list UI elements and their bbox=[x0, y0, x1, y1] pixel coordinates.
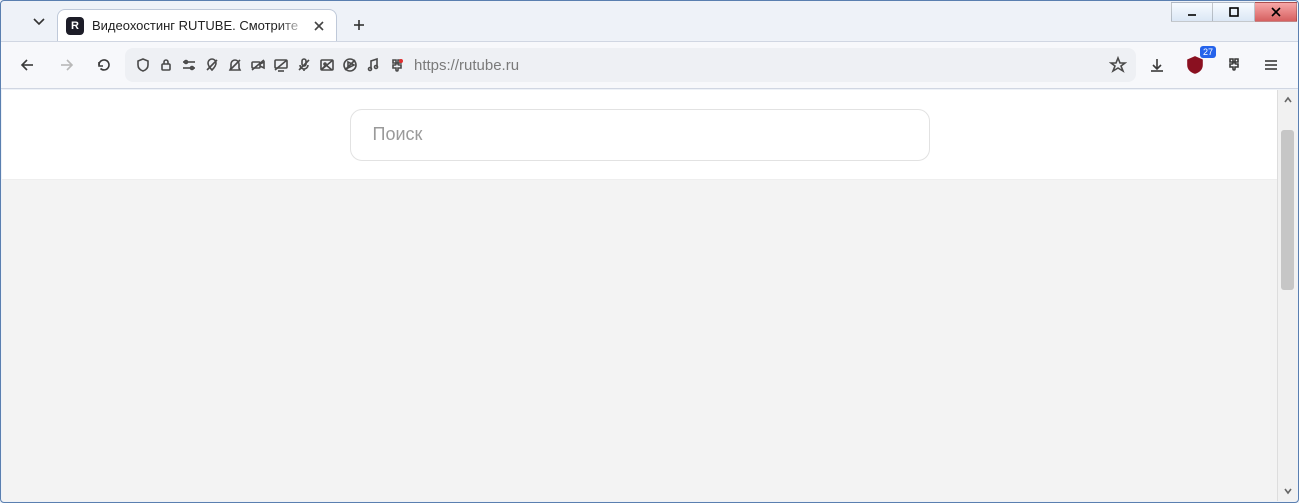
images-blocked-icon[interactable] bbox=[317, 55, 337, 75]
vertical-scrollbar[interactable] bbox=[1277, 90, 1297, 501]
extension-puzzle-icon[interactable] bbox=[386, 55, 406, 75]
new-tab-button[interactable] bbox=[343, 9, 375, 41]
address-bar[interactable]: https://rutube.ru bbox=[125, 48, 1136, 82]
lock-icon[interactable] bbox=[156, 55, 176, 75]
forward-button[interactable] bbox=[49, 48, 83, 82]
page-viewport bbox=[2, 90, 1297, 501]
scroll-up-arrow[interactable] bbox=[1278, 90, 1297, 110]
permissions-icon[interactable] bbox=[179, 55, 199, 75]
url-text[interactable]: https://rutube.ru bbox=[410, 57, 1104, 74]
site-search-input[interactable] bbox=[373, 124, 907, 145]
adblock-extension-button[interactable]: 27 bbox=[1178, 48, 1212, 82]
reload-button[interactable] bbox=[87, 48, 121, 82]
camera-blocked-icon[interactable] bbox=[248, 55, 268, 75]
location-blocked-icon[interactable] bbox=[202, 55, 222, 75]
bookmark-star-icon[interactable] bbox=[1108, 55, 1128, 75]
toolbar-right-icons: 27 bbox=[1140, 48, 1288, 82]
navigation-toolbar: https://rutube.ru 27 bbox=[1, 41, 1298, 89]
scroll-thumb[interactable] bbox=[1281, 130, 1294, 290]
browser-tab[interactable]: R Видеохостинг RUTUBE. Смотрите bbox=[57, 9, 337, 41]
page-content bbox=[2, 90, 1277, 501]
downloads-button[interactable] bbox=[1140, 48, 1174, 82]
address-bar-icons bbox=[133, 55, 406, 75]
shield-icon[interactable] bbox=[133, 55, 153, 75]
site-header bbox=[2, 90, 1277, 180]
tab-close-button[interactable] bbox=[310, 17, 328, 35]
site-search-box[interactable] bbox=[350, 109, 930, 161]
tab-title: Видеохостинг RUTUBE. Смотрите bbox=[92, 18, 302, 33]
adblock-badge-count: 27 bbox=[1200, 46, 1216, 58]
notification-blocked-icon[interactable] bbox=[225, 55, 245, 75]
extensions-button[interactable] bbox=[1216, 48, 1250, 82]
app-menu-button[interactable] bbox=[1254, 48, 1288, 82]
tabs-list-dropdown[interactable] bbox=[21, 1, 57, 41]
back-button[interactable] bbox=[11, 48, 45, 82]
tab-strip: R Видеохостинг RUTUBE. Смотрите bbox=[1, 1, 1298, 41]
screen-blocked-icon[interactable] bbox=[271, 55, 291, 75]
autoplay-blocked-icon[interactable] bbox=[340, 55, 360, 75]
tab-favicon: R bbox=[66, 17, 84, 35]
midi-icon[interactable] bbox=[363, 55, 383, 75]
scroll-down-arrow[interactable] bbox=[1278, 481, 1297, 501]
microphone-blocked-icon[interactable] bbox=[294, 55, 314, 75]
